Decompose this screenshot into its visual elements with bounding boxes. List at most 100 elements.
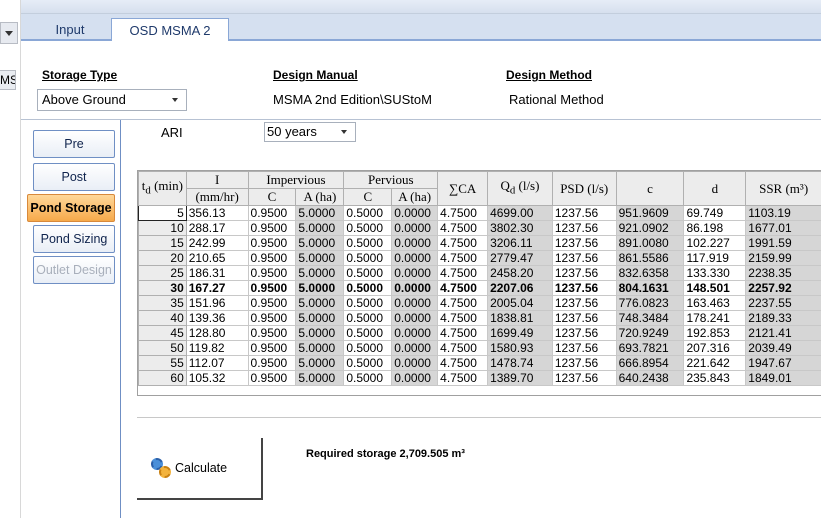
table-cell[interactable]: 0.5000 <box>343 280 393 296</box>
table-cell[interactable]: 720.9249 <box>615 325 685 341</box>
table-cell[interactable]: 0.0000 <box>391 205 439 221</box>
table-cell[interactable]: 0.9500 <box>247 280 297 296</box>
table-cell[interactable]: 1237.56 <box>551 295 617 311</box>
table-cell[interactable]: 0.9500 <box>247 205 297 221</box>
table-cell[interactable]: 0.5000 <box>343 355 393 371</box>
table-cell[interactable]: 1991.59 <box>745 235 821 251</box>
row-header-cell[interactable]: 35 <box>138 295 187 311</box>
table-cell[interactable]: 5.0000 <box>295 370 345 386</box>
table-cell[interactable]: 4.7500 <box>437 295 489 311</box>
row-header-cell[interactable]: 45 <box>138 325 187 341</box>
table-cell[interactable]: 2039.49 <box>745 340 821 356</box>
storage-data-grid[interactable]: td (min) I Impervious Pervious ∑CA Qd (l… <box>137 170 821 396</box>
table-cell[interactable]: 3802.30 <box>487 220 553 236</box>
table-cell[interactable]: 1237.56 <box>551 370 617 386</box>
table-cell[interactable]: 0.9500 <box>247 265 297 281</box>
table-cell[interactable]: 5.0000 <box>295 295 345 311</box>
col-header-psd[interactable]: PSD (l/s) <box>551 171 617 206</box>
table-cell[interactable]: 117.919 <box>683 250 747 266</box>
side-nav-post[interactable]: Post <box>33 163 115 191</box>
table-cell[interactable]: 69.749 <box>683 205 747 221</box>
table-cell[interactable]: 4.7500 <box>437 325 489 341</box>
table-cell[interactable]: 4.7500 <box>437 250 489 266</box>
table-cell[interactable]: 640.2438 <box>615 370 685 386</box>
table-cell[interactable]: 0.0000 <box>391 370 439 386</box>
table-cell[interactable]: 951.9609 <box>615 205 685 221</box>
table-cell[interactable]: 139.36 <box>185 310 249 326</box>
table-cell[interactable]: 2779.47 <box>487 250 553 266</box>
table-row[interactable]: 35 151.96 0.9500 5.0000 0.5000 0.0000 4.7500 20… <box>138 295 821 311</box>
table-cell[interactable]: 1237.56 <box>551 310 617 326</box>
table-cell[interactable]: 0.0000 <box>391 325 439 341</box>
table-cell[interactable]: 242.99 <box>185 235 249 251</box>
table-cell[interactable]: 921.0902 <box>615 220 685 236</box>
row-header-cell[interactable]: 50 <box>138 340 187 356</box>
table-cell[interactable]: 1237.56 <box>551 280 617 296</box>
table-cell[interactable]: 0.5000 <box>343 310 393 326</box>
table-row[interactable]: 20 210.65 0.9500 5.0000 0.5000 0.0000 4.7500 27… <box>138 250 821 266</box>
table-cell[interactable]: 5.0000 <box>295 355 345 371</box>
table-cell[interactable]: 207.316 <box>683 340 747 356</box>
row-header-cell[interactable]: 60 <box>138 370 187 386</box>
table-cell[interactable]: 4.7500 <box>437 280 489 296</box>
table-cell[interactable]: 1103.19 <box>745 205 821 221</box>
table-cell[interactable]: 0.0000 <box>391 220 439 236</box>
col-header-i[interactable]: I <box>185 171 249 189</box>
table-cell[interactable]: 5.0000 <box>295 310 345 326</box>
row-header-cell[interactable]: 30 <box>138 280 187 296</box>
table-cell[interactable]: 1699.49 <box>487 325 553 341</box>
table-cell[interactable]: 5.0000 <box>295 325 345 341</box>
table-cell[interactable]: 4.7500 <box>437 370 489 386</box>
side-nav-pre[interactable]: Pre <box>33 130 115 158</box>
col-header-qd[interactable]: Qd (l/s) <box>487 171 553 206</box>
table-cell[interactable]: 1237.56 <box>551 340 617 356</box>
table-cell[interactable]: 2005.04 <box>487 295 553 311</box>
table-cell[interactable]: 2257.92 <box>745 280 821 296</box>
table-cell[interactable]: 192.853 <box>683 325 747 341</box>
table-cell[interactable]: 0.9500 <box>247 235 297 251</box>
table-cell[interactable]: 5.0000 <box>295 265 345 281</box>
table-cell[interactable]: 4.7500 <box>437 340 489 356</box>
table-cell[interactable]: 128.80 <box>185 325 249 341</box>
col-header-sigma-ca[interactable]: ∑CA <box>437 171 489 206</box>
table-cell[interactable]: 1947.67 <box>745 355 821 371</box>
row-header-cell[interactable]: 40 <box>138 310 187 326</box>
table-cell[interactable]: 288.17 <box>185 220 249 236</box>
table-cell[interactable]: 2237.55 <box>745 295 821 311</box>
table-cell[interactable]: 832.6358 <box>615 265 685 281</box>
table-cell[interactable]: 1237.56 <box>551 325 617 341</box>
table-cell[interactable]: 0.5000 <box>343 220 393 236</box>
col-header-perv-a[interactable]: A (ha) <box>391 188 439 206</box>
table-cell[interactable]: 0.0000 <box>391 340 439 356</box>
tab-osd-msma2[interactable]: OSD MSMA 2 <box>111 18 229 43</box>
table-cell[interactable]: 2159.99 <box>745 250 821 266</box>
table-cell[interactable]: 0.0000 <box>391 235 439 251</box>
table-cell[interactable]: 0.0000 <box>391 280 439 296</box>
table-cell[interactable]: 1237.56 <box>551 235 617 251</box>
table-cell[interactable]: 0.0000 <box>391 250 439 266</box>
table-cell[interactable]: 0.9500 <box>247 295 297 311</box>
table-cell[interactable]: 3206.11 <box>487 235 553 251</box>
table-cell[interactable]: 0.9500 <box>247 220 297 236</box>
table-cell[interactable]: 2189.33 <box>745 310 821 326</box>
table-cell[interactable]: 4.7500 <box>437 355 489 371</box>
table-cell[interactable]: 5.0000 <box>295 280 345 296</box>
row-header-cell[interactable]: 55 <box>138 355 187 371</box>
col-header-perv-c[interactable]: C <box>343 188 393 206</box>
table-row[interactable]: 15 242.99 0.9500 5.0000 0.5000 0.0000 4.7500 32… <box>138 235 821 251</box>
table-cell[interactable]: 0.9500 <box>247 355 297 371</box>
row-header-cell[interactable]: 10 <box>138 220 187 236</box>
table-cell[interactable]: 105.32 <box>185 370 249 386</box>
table-cell[interactable]: 119.82 <box>185 340 249 356</box>
table-cell[interactable]: 356.13 <box>185 205 249 221</box>
col-header-imp-c[interactable]: C <box>247 188 297 206</box>
table-cell[interactable]: 0.0000 <box>391 310 439 326</box>
table-cell[interactable]: 0.5000 <box>343 205 393 221</box>
table-cell[interactable]: 148.501 <box>683 280 747 296</box>
table-cell[interactable]: 861.5586 <box>615 250 685 266</box>
table-cell[interactable]: 0.9500 <box>247 370 297 386</box>
table-cell[interactable]: 2207.06 <box>487 280 553 296</box>
col-header-c-coef[interactable]: c <box>615 171 685 206</box>
table-cell[interactable]: 167.27 <box>185 280 249 296</box>
table-cell[interactable]: 891.0080 <box>615 235 685 251</box>
